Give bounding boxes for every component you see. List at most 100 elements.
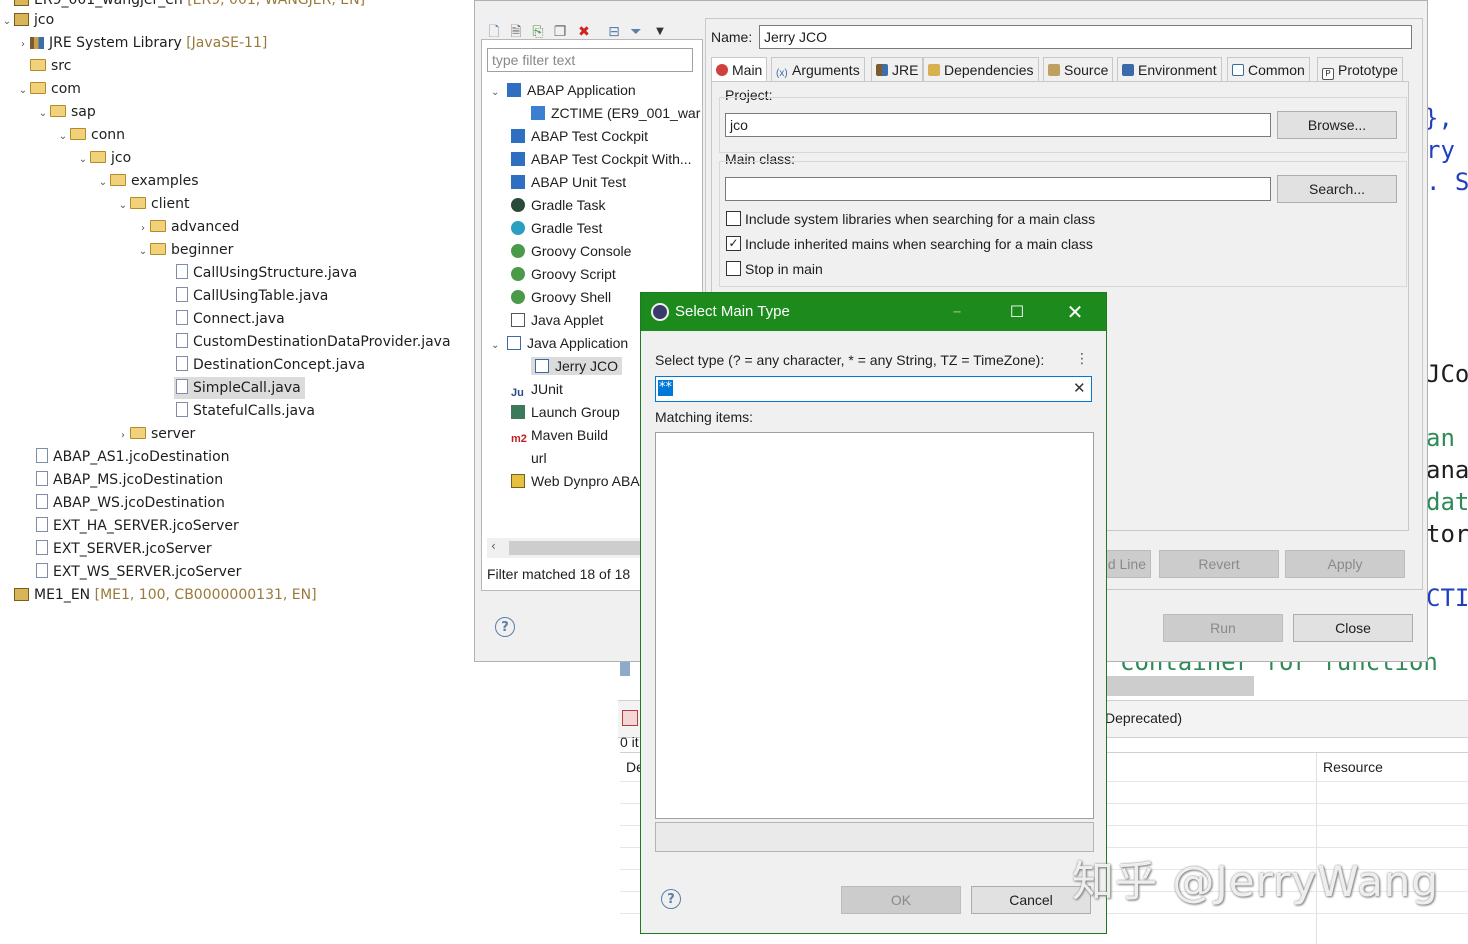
tree-item-me1-project[interactable]: ME1_EN [ME1, 100, CB0000000131, EN] (14, 584, 317, 606)
config-type[interactable]: ABAP Unit Test (511, 171, 626, 193)
config-type[interactable]: ABAP Test Cockpit (511, 125, 648, 147)
config-type[interactable]: m2Maven Build (511, 424, 608, 446)
tree-item-file[interactable]: EXT_WS_SERVER.jcoServer (34, 561, 241, 583)
tab-environment[interactable]: Environment (1117, 57, 1222, 81)
config-type-java-application[interactable]: ⌄Java Application (491, 332, 628, 354)
chevron-right-icon[interactable]: › (116, 425, 130, 447)
chevron-right-icon[interactable]: › (16, 34, 30, 56)
main-class-field[interactable] (725, 177, 1271, 201)
config-type[interactable]: Groovy Shell (511, 286, 611, 308)
scroll-left-icon[interactable]: ‹ (491, 539, 496, 553)
view-menu-icon[interactable]: ⋮ (1075, 351, 1089, 367)
include-system-libraries-checkbox[interactable] (726, 211, 741, 226)
config-type-abap-application[interactable]: ⌄ABAP Application (491, 79, 636, 101)
tree-item-er9-project[interactable]: ER9_001_wangjer_en [ER9, 001, WANGJER, E… (14, 0, 365, 11)
close-button[interactable]: Close (1293, 614, 1413, 642)
tree-item-file[interactable]: EXT_HA_SERVER.jcoServer (34, 515, 239, 537)
tab-jre[interactable]: JRE (871, 57, 923, 81)
minimize-icon[interactable]: – (937, 299, 977, 325)
run-button[interactable]: Run (1163, 614, 1283, 642)
tree-item-jre-library[interactable]: ›JRE System Library [JavaSE-11] (16, 32, 267, 54)
chevron-down-icon[interactable]: ⌄ (76, 149, 90, 171)
tree-item-jco-folder[interactable]: ⌄jco (76, 147, 131, 169)
matching-items-list[interactable] (655, 432, 1094, 819)
tree-item-file[interactable]: StatefulCalls.java (174, 400, 315, 422)
tab-source[interactable]: Source (1043, 57, 1113, 81)
scrollbar-thumb[interactable] (509, 541, 643, 555)
tree-item-server[interactable]: ›server (116, 423, 195, 445)
matching-items-label: Matching items: (655, 409, 753, 425)
search-button[interactable]: Search... (1277, 175, 1397, 203)
config-type[interactable]: JuJUnit (511, 378, 563, 400)
config-type[interactable]: url (511, 447, 547, 469)
tree-item-file[interactable]: CustomDestinationDataProvider.java (174, 331, 451, 353)
chevron-down-icon[interactable]: ⌄ (136, 241, 150, 263)
folder-icon (30, 82, 46, 94)
chevron-down-icon[interactable]: ⌄ (491, 335, 507, 357)
tree-item-advanced[interactable]: ›advanced (136, 216, 239, 238)
filter-input[interactable] (487, 48, 693, 72)
help-icon[interactable]: ? (661, 889, 681, 909)
browse-button[interactable]: Browse... (1277, 111, 1397, 139)
config-type[interactable]: Gradle Task (511, 194, 605, 216)
list-scrollbar[interactable]: ‹ (487, 538, 643, 558)
tree-item-conn[interactable]: ⌄conn (56, 124, 125, 146)
tree-item-com[interactable]: ⌄com (16, 78, 81, 100)
tree-item-jco-project[interactable]: ⌄jco (0, 9, 54, 31)
tree-item-file[interactable]: Connect.java (174, 308, 285, 330)
chevron-right-icon[interactable]: › (136, 218, 150, 240)
clear-icon[interactable]: ✕ (1073, 379, 1086, 397)
chevron-down-icon[interactable]: ⌄ (116, 195, 130, 217)
config-item-jerry-jco[interactable]: Jerry JCO (531, 355, 622, 377)
chevron-down-icon[interactable]: ⌄ (0, 11, 14, 33)
config-type[interactable]: Groovy Console (511, 240, 631, 262)
tree-item-client[interactable]: ⌄client (116, 193, 189, 215)
chevron-down-icon[interactable]: ⌄ (16, 80, 30, 102)
config-type[interactable]: ABAP Test Cockpit With... (511, 148, 692, 170)
dialog-title-bar[interactable]: Select Main Type – ☐ ✕ (641, 293, 1106, 331)
tree-item-src[interactable]: src (30, 55, 71, 77)
tree-item-sap[interactable]: ⌄sap (36, 101, 96, 123)
chevron-down-icon[interactable]: ⌄ (96, 172, 110, 194)
tab-arguments[interactable]: (x)Arguments (771, 57, 865, 81)
config-type[interactable]: Web Dynpro ABA (511, 470, 640, 492)
name-field[interactable]: Jerry JCO (759, 25, 1412, 49)
tree-item-file-selected[interactable]: SimpleCall.java (174, 377, 305, 399)
apply-button[interactable]: Apply (1285, 550, 1405, 578)
tab-dependencies[interactable]: Dependencies (923, 57, 1039, 81)
config-item[interactable]: ZCTIME (ER9_001_war (531, 102, 700, 124)
config-type[interactable]: Java Applet (511, 309, 603, 331)
tree-item-file[interactable]: DestinationConcept.java (174, 354, 365, 376)
chevron-down-icon[interactable]: ⌄ (56, 126, 70, 148)
tree-item-examples[interactable]: ⌄examples (96, 170, 199, 192)
column-header-resource[interactable]: Resource (1323, 759, 1383, 775)
chevron-down-icon[interactable]: ⌄ (491, 82, 507, 104)
close-icon[interactable]: ✕ (1055, 299, 1095, 325)
revert-button[interactable]: Revert (1159, 550, 1279, 578)
include-inherited-mains-checkbox[interactable]: ✓ (726, 236, 741, 251)
config-type[interactable]: Launch Group (511, 401, 620, 423)
tree-item-file[interactable]: EXT_SERVER.jcoServer (34, 538, 212, 560)
config-type[interactable]: Gradle Test (511, 217, 602, 239)
tree-item-beginner[interactable]: ⌄beginner (136, 239, 233, 261)
gradle-test-icon (511, 221, 525, 235)
tree-item-file[interactable]: CallUsingTable.java (174, 285, 328, 307)
tree-item-file[interactable]: ABAP_WS.jcoDestination (34, 492, 225, 514)
code-fragment: dat (1426, 488, 1468, 516)
tab-common[interactable]: Common (1227, 57, 1310, 81)
tree-item-file[interactable]: ABAP_AS1.jcoDestination (34, 446, 230, 468)
abap-application-icon (507, 83, 521, 97)
tree-item-file[interactable]: ABAP_MS.jcoDestination (34, 469, 223, 491)
stop-in-main-checkbox[interactable] (726, 261, 741, 276)
maximize-icon[interactable]: ☐ (997, 299, 1037, 325)
chevron-down-icon[interactable]: ⌄ (36, 103, 50, 125)
help-icon[interactable]: ? (495, 617, 515, 637)
tab-main[interactable]: Main (711, 57, 767, 81)
tab-prototype[interactable]: PPrototype (1317, 57, 1403, 81)
type-search-input[interactable]: ** ✕ (655, 376, 1092, 402)
project-field[interactable]: jco (725, 113, 1271, 137)
config-type[interactable]: Groovy Script (511, 263, 616, 285)
ok-button[interactable]: OK (841, 886, 961, 914)
editor-scrollbar-thumb[interactable] (1106, 676, 1254, 696)
tree-item-file[interactable]: CallUsingStructure.java (174, 262, 357, 284)
